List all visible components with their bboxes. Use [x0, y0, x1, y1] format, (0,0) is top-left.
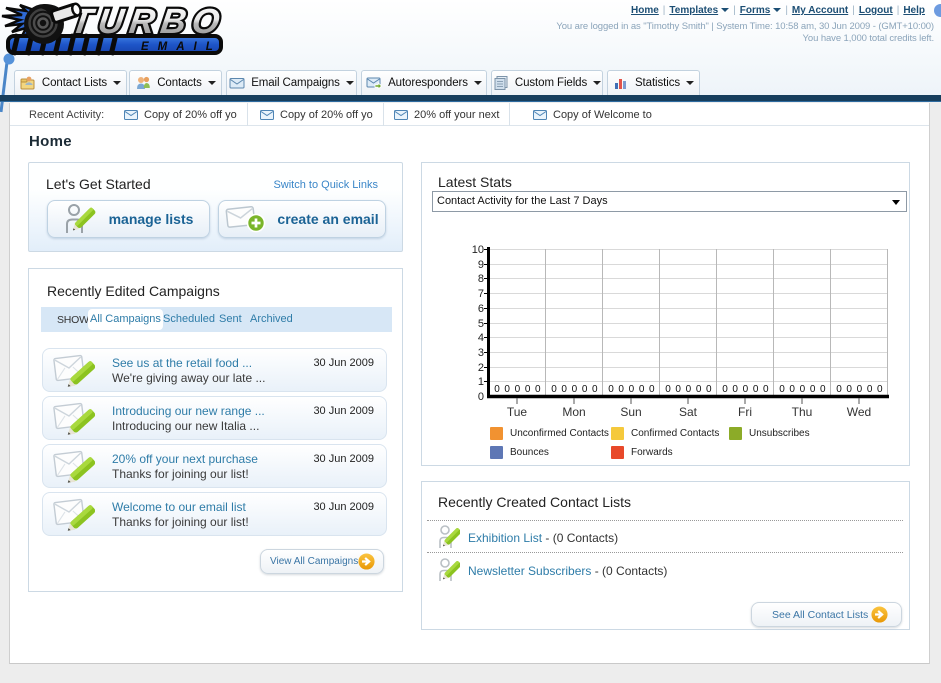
svg-text:0: 0	[572, 384, 578, 395]
svg-text:0: 0	[561, 384, 567, 395]
svg-text:Fri: Fri	[738, 405, 752, 419]
svg-text:0: 0	[608, 384, 614, 395]
svg-text:0: 0	[732, 384, 738, 395]
svg-text:0: 0	[789, 384, 795, 395]
svg-text:0: 0	[592, 384, 598, 395]
svg-text:Tue: Tue	[507, 405, 528, 419]
svg-text:0: 0	[743, 384, 749, 395]
svg-text:0: 0	[706, 384, 712, 395]
svg-text:0: 0	[515, 384, 521, 395]
svg-text:0: 0	[525, 384, 531, 395]
svg-text:0: 0	[675, 384, 681, 395]
svg-text:0: 0	[877, 384, 883, 395]
svg-text:0: 0	[618, 384, 624, 395]
svg-text:0: 0	[810, 384, 816, 395]
svg-text:0: 0	[535, 384, 541, 395]
svg-text:0: 0	[763, 384, 769, 395]
svg-text:0: 0	[836, 384, 842, 395]
svg-text:10: 10	[472, 244, 484, 256]
svg-text:0: 0	[779, 384, 785, 395]
svg-text:2: 2	[478, 362, 484, 374]
svg-text:7: 7	[478, 288, 484, 300]
svg-text:0: 0	[551, 384, 557, 395]
svg-text:0: 0	[504, 384, 510, 395]
svg-text:0: 0	[478, 391, 484, 403]
svg-text:6: 6	[478, 303, 484, 315]
svg-text:4: 4	[478, 332, 484, 344]
svg-text:3: 3	[478, 347, 484, 359]
svg-text:Sun: Sun	[620, 405, 641, 419]
svg-text:0: 0	[582, 384, 588, 395]
svg-text:0: 0	[722, 384, 728, 395]
svg-text:0: 0	[820, 384, 826, 395]
svg-text:0: 0	[867, 384, 873, 395]
svg-text:0: 0	[494, 384, 500, 395]
svg-text:9: 9	[478, 259, 484, 271]
svg-text:0: 0	[639, 384, 645, 395]
svg-text:0: 0	[753, 384, 759, 395]
svg-text:0: 0	[686, 384, 692, 395]
svg-text:0: 0	[696, 384, 702, 395]
svg-text:5: 5	[478, 318, 484, 330]
svg-text:0: 0	[629, 384, 635, 395]
svg-text:0: 0	[857, 384, 863, 395]
svg-text:Sat: Sat	[679, 405, 698, 419]
svg-text:Thu: Thu	[792, 405, 813, 419]
svg-text:8: 8	[478, 273, 484, 285]
svg-text:Wed: Wed	[847, 405, 871, 419]
svg-text:0: 0	[800, 384, 806, 395]
svg-text:0: 0	[846, 384, 852, 395]
svg-text:0: 0	[649, 384, 655, 395]
svg-text:1: 1	[478, 376, 484, 388]
svg-text:0: 0	[665, 384, 671, 395]
svg-text:Mon: Mon	[562, 405, 585, 419]
svg-text:TURBO: TURBO	[68, 2, 228, 41]
svg-text:EMAIL: EMAIL	[141, 41, 222, 53]
